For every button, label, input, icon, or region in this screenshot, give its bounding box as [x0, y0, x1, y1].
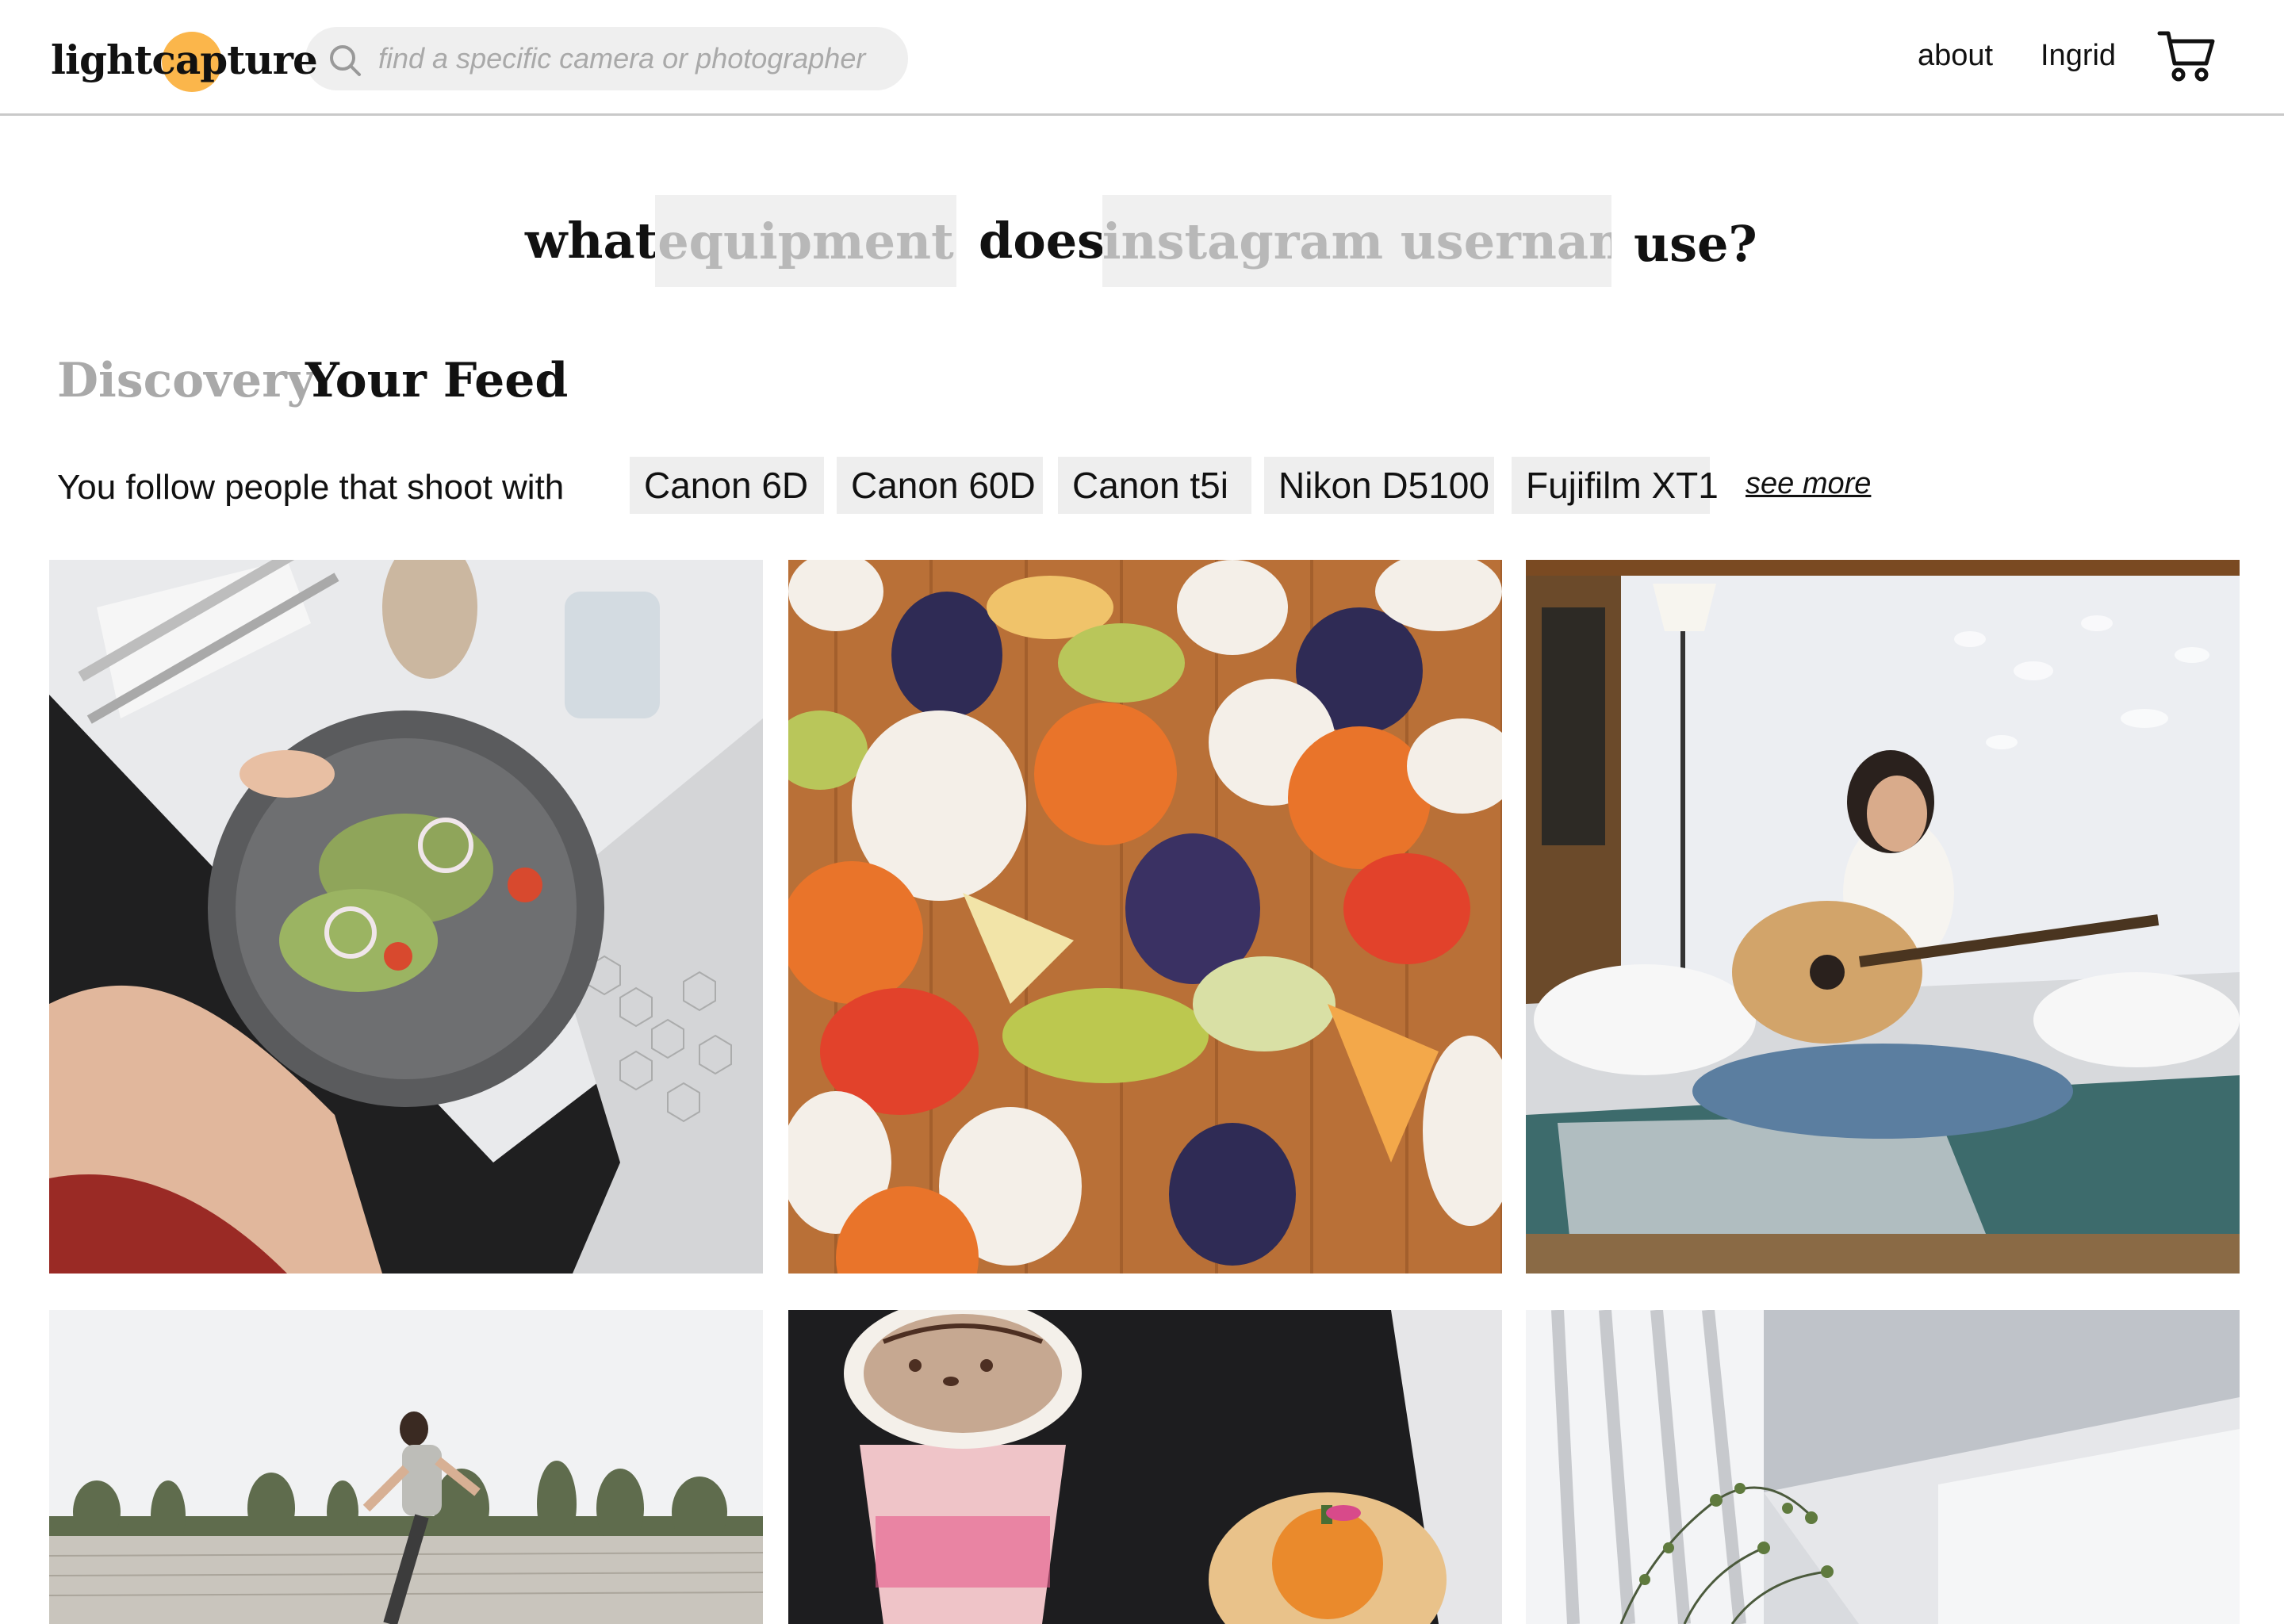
tab-discovery[interactable]: Discovery	[57, 349, 315, 412]
photo-guitar-bedroom	[1526, 560, 2240, 1274]
logo-text: lightcapture	[51, 36, 318, 83]
feed-photo[interactable]	[49, 560, 763, 1274]
feed-photo[interactable]	[49, 1310, 763, 1624]
photo-coffee-tart	[788, 1310, 1502, 1624]
search-icon	[330, 45, 361, 76]
camera-chip[interactable]: Nikon D5100	[1264, 457, 1494, 514]
photo-white-building	[1526, 1310, 2240, 1624]
instagram-username-field[interactable]	[1102, 195, 1611, 287]
nav-user-link[interactable]: Ingrid	[2041, 33, 2116, 78]
camera-chip[interactable]: Canon t5i	[1058, 457, 1251, 514]
feed-photo[interactable]	[788, 1310, 1502, 1624]
see-more-link[interactable]: see more	[1746, 460, 1871, 508]
query-word-use: use?	[1634, 215, 1757, 273]
cart-icon[interactable]	[2157, 29, 2216, 84]
camera-chip[interactable]: Canon 6D	[630, 457, 824, 514]
search-input[interactable]	[378, 27, 886, 90]
feed-photo[interactable]	[1526, 560, 2240, 1274]
photo-halloween-cookies	[788, 560, 1502, 1274]
feed-photo[interactable]	[788, 560, 1502, 1274]
top-header: lightcapture about Ingrid	[0, 0, 2284, 116]
equipment-field[interactable]	[655, 195, 956, 287]
follow-cameras-label: You follow people that shoot with	[57, 468, 565, 507]
tab-your-feed[interactable]: Your Feed	[305, 349, 568, 412]
camera-chip[interactable]: Canon 60D	[837, 457, 1043, 514]
nav-about-link[interactable]: about	[1918, 33, 1993, 78]
equipment-query: what does use?	[0, 195, 2284, 287]
camera-chip[interactable]: Fujifilm XT1	[1512, 457, 1719, 514]
photo-food-plate	[49, 560, 763, 1274]
feed-photo[interactable]	[1526, 1310, 2240, 1624]
query-word-what: what	[525, 212, 658, 270]
photo-runner-stadium	[49, 1310, 763, 1624]
search-bar[interactable]	[305, 27, 908, 90]
logo[interactable]: lightcapture	[51, 29, 318, 92]
query-word-does: does	[979, 212, 1106, 270]
